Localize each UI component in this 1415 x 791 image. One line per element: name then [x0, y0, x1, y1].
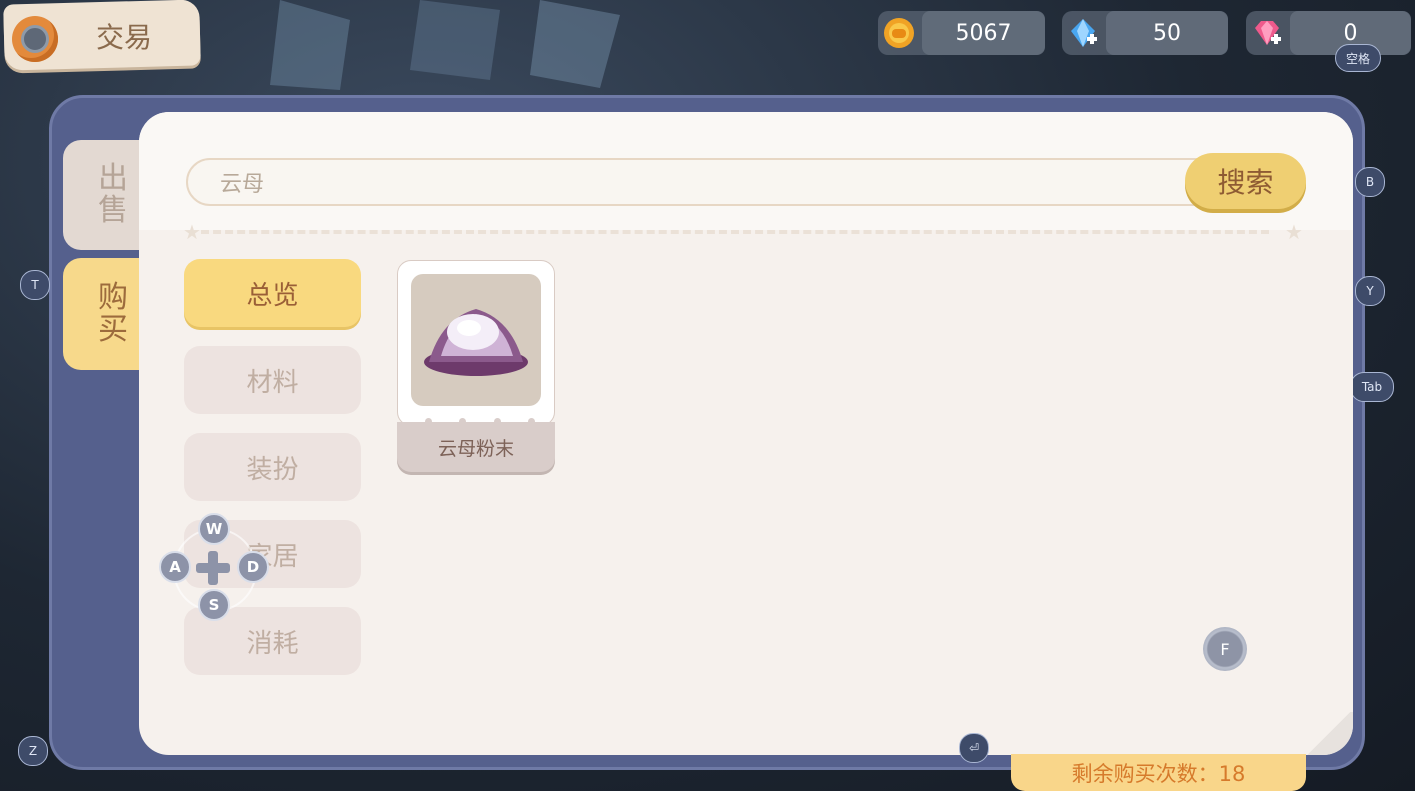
search-input[interactable]: 云母 [186, 158, 1286, 206]
back-icon [21, 25, 49, 53]
background-crystals [270, 0, 620, 90]
crystal-value: 50 [1106, 11, 1228, 55]
star-decoration-right: ★ [1285, 220, 1303, 244]
back-button[interactable] [12, 16, 58, 62]
page-title: 交易 [96, 21, 153, 54]
currency-diamond[interactable]: 0 [1246, 11, 1411, 55]
currency-crystal[interactable]: 50 [1062, 11, 1228, 55]
trade-panel: 云母 搜索 ★ ★ 总览 材料 装扮 家居 消耗 云母粉末 [139, 112, 1353, 755]
category-outfits[interactable]: 装扮 [184, 433, 361, 501]
hint-enter-key: ⏎ [959, 733, 989, 763]
key-a[interactable]: A [159, 551, 191, 583]
hint-z-key: Z [18, 736, 48, 766]
tab-sell-label: 出售 [98, 161, 128, 228]
dashed-divider [201, 230, 1269, 234]
category-overview[interactable]: 总览 [184, 259, 361, 327]
remaining-purchases: 剩余购买次数：18 [1011, 754, 1306, 791]
gold-coin-icon [882, 16, 916, 50]
hint-space-key: 空格 [1335, 44, 1381, 72]
item-card[interactable]: 云母粉末 [397, 260, 555, 474]
search-button[interactable]: 搜索 [1185, 153, 1306, 209]
gold-value: 5067 [922, 11, 1045, 55]
key-w[interactable]: W [198, 513, 230, 545]
tab-buy-label: 购买 [98, 280, 128, 347]
category-materials[interactable]: 材料 [184, 346, 361, 414]
mica-powder-icon [411, 274, 541, 406]
key-d[interactable]: D [237, 551, 269, 583]
currency-gold: 5067 [878, 11, 1045, 55]
hint-tab-key: Tab [1350, 372, 1394, 402]
star-decoration-left: ★ [183, 220, 201, 244]
hint-t-key: T [20, 270, 50, 300]
hint-b-key: B [1355, 167, 1385, 197]
item-name: 云母粉末 [397, 422, 555, 472]
hint-y-key: Y [1355, 276, 1385, 306]
blue-crystal-add-icon[interactable] [1066, 16, 1100, 50]
dpad-cross-icon [196, 551, 230, 585]
pink-diamond-add-icon[interactable] [1250, 16, 1284, 50]
key-f[interactable]: F [1203, 627, 1247, 671]
key-s[interactable]: S [198, 589, 230, 621]
